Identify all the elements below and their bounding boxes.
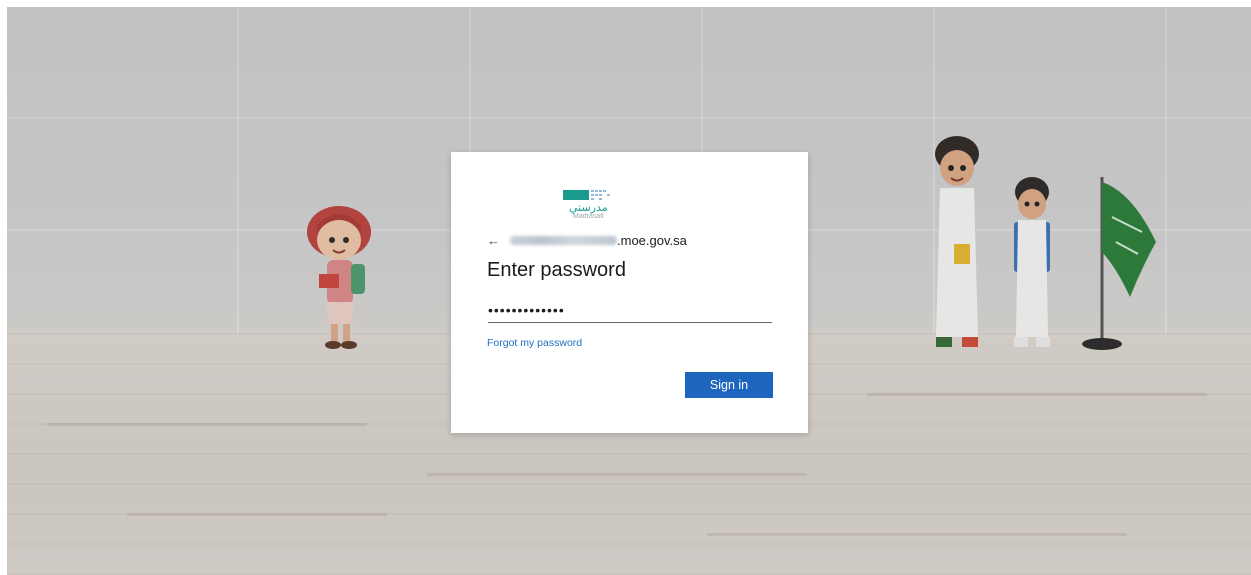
sign-in-button[interactable]: Sign in (685, 372, 773, 398)
account-domain: .moe.gov.sa (617, 232, 687, 248)
logo-latin-text: Madrasati (573, 213, 604, 220)
back-arrow-icon[interactable]: ← (487, 233, 500, 248)
forgot-password-link[interactable]: Forgot my password (487, 337, 582, 349)
account-row: ← .moe.gov.sa (487, 230, 687, 250)
password-input[interactable] (488, 298, 772, 323)
redacted-username (510, 235, 617, 245)
madrasati-logo: مدرستي Madrasati (563, 190, 610, 220)
login-card: مدرستي Madrasati ← .moe.gov.sa Enter pas… (451, 152, 808, 433)
page-title: Enter password (487, 259, 626, 281)
